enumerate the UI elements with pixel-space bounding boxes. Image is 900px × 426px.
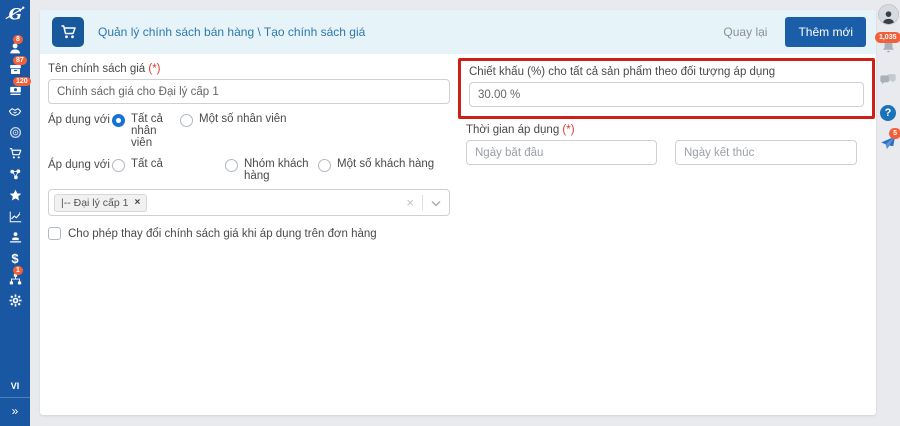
policy-name-label: Tên chính sách giá (*): [48, 63, 450, 75]
gear-icon: [9, 294, 22, 307]
radio-dot: [112, 114, 125, 127]
radio-some-staff[interactable]: Một số nhân viên: [180, 113, 450, 127]
sidebar: G 8 87 120: [0, 0, 30, 426]
form-left-column: Tên chính sách giá (*) Áp dụng với Tất c…: [48, 61, 450, 240]
sidebar-item-favorites[interactable]: [0, 185, 30, 206]
svg-text:G: G: [9, 4, 22, 23]
chat-icon: [880, 73, 896, 91]
radio-dot: [225, 159, 238, 172]
discount-label: Chiết khấu (%) cho tất cả sản phẩm theo …: [469, 66, 864, 78]
date-range-row: [466, 140, 868, 165]
required-mark: (*): [148, 63, 160, 75]
sidebar-expand-button[interactable]: »: [0, 397, 30, 426]
customers-badge: 8: [13, 35, 23, 44]
sidebar-item-settings[interactable]: [0, 290, 30, 311]
avatar-silhouette-icon: [881, 9, 896, 24]
inbox-badge: 87: [13, 56, 27, 65]
apply-staff-row: Áp dụng với Tất cả nhân viên Một số nhân…: [48, 113, 450, 149]
radio-customer-group[interactable]: Nhóm khách hàng: [225, 158, 318, 182]
right-rail: 1,035 ? 5: [876, 0, 900, 426]
notifications-badge: 1,035: [875, 32, 900, 43]
page-header: Quản lý chính sách bán hàng \ Tạo chính …: [40, 10, 876, 54]
language-switch[interactable]: VI: [0, 375, 30, 397]
sidebar-bottom: VI »: [0, 375, 30, 426]
clear-icon[interactable]: ×: [406, 196, 414, 209]
chart-icon: [9, 210, 22, 223]
sidebar-item-targets[interactable]: [0, 122, 30, 143]
form-body: Tên chính sách giá (*) Áp dụng với Tất c…: [40, 54, 876, 247]
links-icon: [9, 168, 22, 181]
policy-name-input[interactable]: [48, 79, 450, 104]
select-controls: ×: [406, 194, 441, 212]
sitemap-icon: [9, 273, 22, 286]
sidebar-item-organization[interactable]: 1: [0, 269, 30, 290]
notifications-button[interactable]: 1,035: [881, 39, 896, 59]
sidebar-item-workdesk[interactable]: [0, 227, 30, 248]
customer-group-select[interactable]: |-- Đại lý cấp 1 × ×: [48, 189, 450, 216]
checkbox-box: [48, 227, 61, 240]
required-mark: (*): [562, 124, 574, 136]
radio-all-staff[interactable]: Tất cả nhân viên: [112, 113, 180, 149]
handshake-icon: [8, 105, 22, 118]
radio-some-customers[interactable]: Một số khách hàng: [318, 158, 434, 172]
sidebar-item-reports[interactable]: [0, 206, 30, 227]
sidebar-item-transactions[interactable]: 120: [0, 80, 30, 101]
sidebar-item-deals[interactable]: [0, 101, 30, 122]
allow-change-checkbox[interactable]: Cho phép thay đổi chính sách giá khi áp …: [48, 227, 450, 240]
dollar-icon: $: [11, 252, 18, 265]
form-right-column: Chiết khấu (%) cho tất cả sản phẩm theo …: [466, 61, 868, 165]
radio-dot: [318, 159, 331, 172]
apply-customer-label: Áp dụng với: [48, 158, 112, 171]
sidebar-item-campaigns[interactable]: [0, 164, 30, 185]
cart-icon: [60, 24, 77, 40]
cart-icon: [9, 147, 22, 160]
discount-input[interactable]: [469, 82, 864, 107]
send-badge: 5: [889, 128, 900, 139]
help-button[interactable]: ?: [880, 105, 896, 121]
organization-badge: 1: [13, 266, 23, 275]
star-icon: [9, 189, 22, 202]
radio-dot: [180, 114, 193, 127]
send-button[interactable]: 5: [880, 135, 896, 155]
module-cart-icon: [52, 17, 84, 47]
selected-group-tag: |-- Đại lý cấp 1 ×: [54, 194, 147, 212]
messages-button[interactable]: [880, 73, 896, 91]
app-root: G 8 87 120: [0, 0, 900, 426]
annotation-highlight-box: Chiết khấu (%) cho tất cả sản phẩm theo …: [458, 58, 875, 119]
person-desk-icon: [9, 231, 22, 244]
start-date-input[interactable]: [466, 140, 657, 165]
app-logo[interactable]: G: [0, 0, 30, 32]
tag-remove-icon[interactable]: ×: [135, 197, 141, 208]
sidebar-item-orders[interactable]: [0, 143, 30, 164]
apply-customer-row: Áp dụng với Tất cả Nhóm khách hàng Một s…: [48, 158, 450, 182]
end-date-input[interactable]: [675, 140, 857, 165]
user-avatar[interactable]: [878, 4, 899, 25]
target-icon: [9, 126, 22, 139]
time-range-label: Thời gian áp dụng (*): [466, 124, 868, 136]
select-divider: [422, 195, 423, 210]
main-card: Quản lý chính sách bán hàng \ Tạo chính …: [40, 10, 876, 415]
back-link[interactable]: Quay lại: [723, 25, 767, 39]
logo-icon: G: [4, 2, 26, 31]
transactions-badge: 120: [13, 77, 31, 86]
submit-button[interactable]: Thêm mới: [785, 17, 866, 47]
breadcrumb: Quản lý chính sách bán hàng \ Tạo chính …: [98, 25, 365, 39]
question-icon: ?: [880, 105, 896, 121]
radio-dot: [112, 159, 125, 172]
radio-all-customers[interactable]: Tất cả: [112, 158, 225, 172]
chevron-down-icon[interactable]: [431, 194, 441, 212]
apply-staff-label: Áp dụng với: [48, 113, 112, 126]
user-icon: [9, 42, 22, 55]
